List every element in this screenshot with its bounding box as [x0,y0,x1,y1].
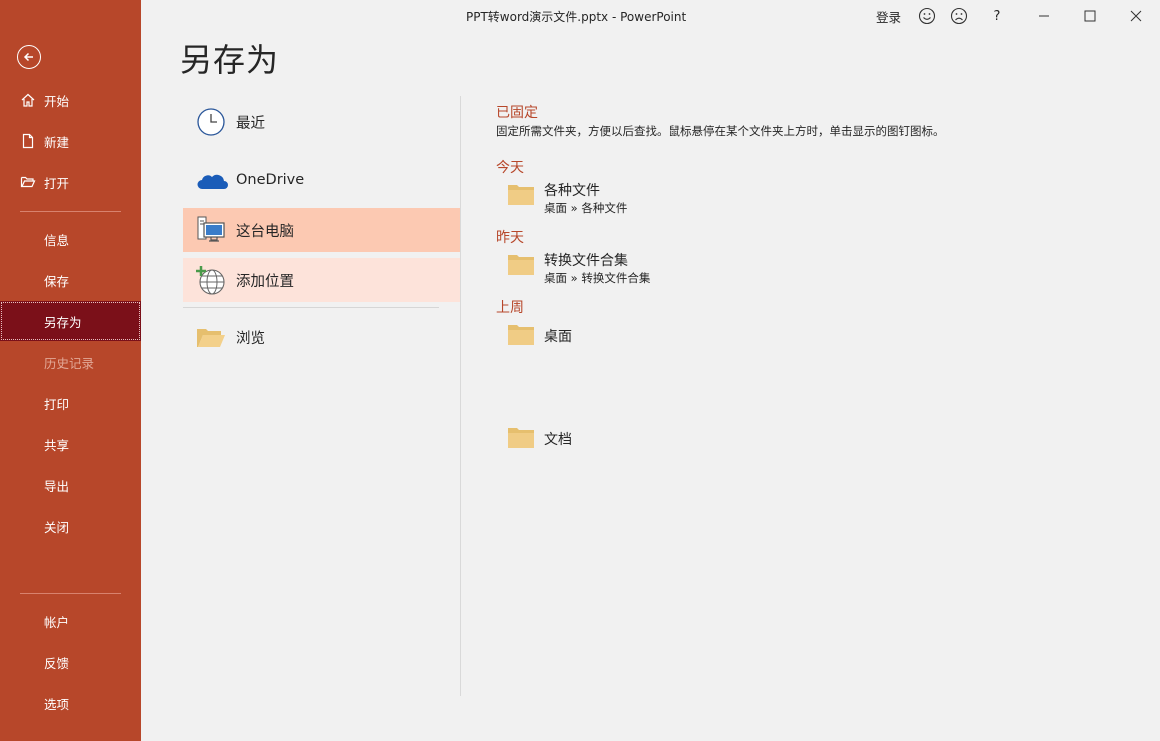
folder-icon [506,250,536,282]
backstage-sidebar: 开始 新建 打开 信息 保存 另存为 历史记录 打印 共享 导出 关闭 帐户 反… [0,0,141,741]
sidebar-item-options[interactable]: 选项 [0,683,141,723]
sidebar-item-label: 历史记录 [44,355,95,371]
pinned-description: 固定所需文件夹，方便以后查找。鼠标悬停在某个文件夹上方时，单击显示的图钉图标。 [496,124,945,138]
pinned-heading: 已固定 [496,105,538,121]
computer-icon [183,215,236,245]
title-bar: PPT转word演示文件.pptx - PowerPoint 登录 ? [141,0,1160,32]
browse-folder-icon [183,324,236,350]
sidebar-item-close[interactable]: 关闭 [0,506,141,546]
sidebar-item-new[interactable]: 新建 [0,121,141,161]
minimize-icon[interactable] [1034,6,1054,26]
sidebar-item-save-as[interactable]: 另存为 [0,301,141,341]
location-label: OneDrive [236,172,305,188]
cloud-icon [183,168,236,192]
location-recent[interactable]: 最近 [183,100,460,144]
help-icon[interactable]: ? [987,6,1007,26]
pane-divider [460,96,461,696]
new-document-icon [0,133,44,149]
back-arrow-icon[interactable] [17,45,41,69]
sidebar-item-label: 帐户 [44,614,70,630]
folder-name: 各种文件 [544,183,600,199]
locations-divider [183,307,439,308]
group-heading-today: 今天 [496,160,524,176]
sidebar-item-print[interactable]: 打印 [0,383,141,423]
group-heading-yesterday: 昨天 [496,230,524,246]
recent-folder-item[interactable]: 转换文件合集 桌面 » 转换文件合集 [506,250,906,290]
globe-add-icon [183,264,236,296]
folder-path: 桌面 » 转换文件合集 [544,271,651,285]
sidebar-item-history[interactable]: 历史记录 [0,342,141,382]
sidebar-item-label: 打开 [44,175,70,191]
clock-icon [183,107,236,137]
recent-folder-item[interactable]: 文档 [506,423,906,463]
location-onedrive[interactable]: OneDrive [183,158,460,202]
group-heading-last-week: 上周 [496,300,524,316]
folder-name: 转换文件合集 [544,253,628,269]
window-title: PPT转word演示文件.pptx - PowerPoint [466,10,687,24]
recent-folder-item[interactable]: 各种文件 桌面 » 各种文件 [506,180,906,220]
sidebar-item-share[interactable]: 共享 [0,424,141,464]
sign-in-link[interactable]: 登录 [876,7,901,26]
sidebar-divider [20,211,121,212]
sidebar-divider [20,593,121,594]
recent-folder-item[interactable]: 桌面 [506,320,906,360]
sidebar-item-save[interactable]: 保存 [0,260,141,300]
sidebar-item-info[interactable]: 信息 [0,219,141,259]
sidebar-item-label: 打印 [44,396,70,412]
sidebar-item-label: 选项 [44,696,70,712]
sidebar-item-label: 保存 [44,273,70,289]
open-folder-icon [0,174,44,190]
sidebar-item-label: 新建 [44,134,70,150]
sidebar-item-open[interactable]: 打开 [0,162,141,202]
folder-name: 文档 [544,432,572,448]
location-add-place[interactable]: 添加位置 [183,258,460,302]
page-title: 另存为 [180,41,280,79]
sidebar-item-export[interactable]: 导出 [0,465,141,505]
sidebar-item-home[interactable]: 开始 [0,80,141,120]
sidebar-item-label: 导出 [44,478,70,494]
close-icon[interactable] [1126,6,1146,26]
folder-icon [506,423,536,455]
location-label: 最近 [236,115,265,132]
folder-path: 桌面 » 各种文件 [544,201,628,215]
folder-icon [506,180,536,212]
location-browse[interactable]: 浏览 [183,315,460,359]
location-this-pc[interactable]: 这台电脑 [183,208,460,252]
sidebar-item-label: 开始 [44,93,70,109]
frown-feedback-icon[interactable] [949,6,969,26]
sidebar-item-feedback[interactable]: 反馈 [0,642,141,682]
sidebar-item-label: 共享 [44,437,70,453]
location-label: 添加位置 [236,273,294,290]
sidebar-item-label: 另存为 [44,314,82,330]
maximize-icon[interactable] [1080,6,1100,26]
sidebar-item-label: 反馈 [44,655,70,671]
folder-name: 桌面 [544,329,572,345]
folder-icon [506,320,536,352]
sidebar-item-label: 信息 [44,232,70,248]
smile-feedback-icon[interactable] [917,6,937,26]
sidebar-item-account[interactable]: 帐户 [0,601,141,641]
location-label: 浏览 [236,330,265,347]
sidebar-item-label: 关闭 [44,519,70,535]
location-label: 这台电脑 [236,223,294,240]
home-icon [0,92,44,108]
